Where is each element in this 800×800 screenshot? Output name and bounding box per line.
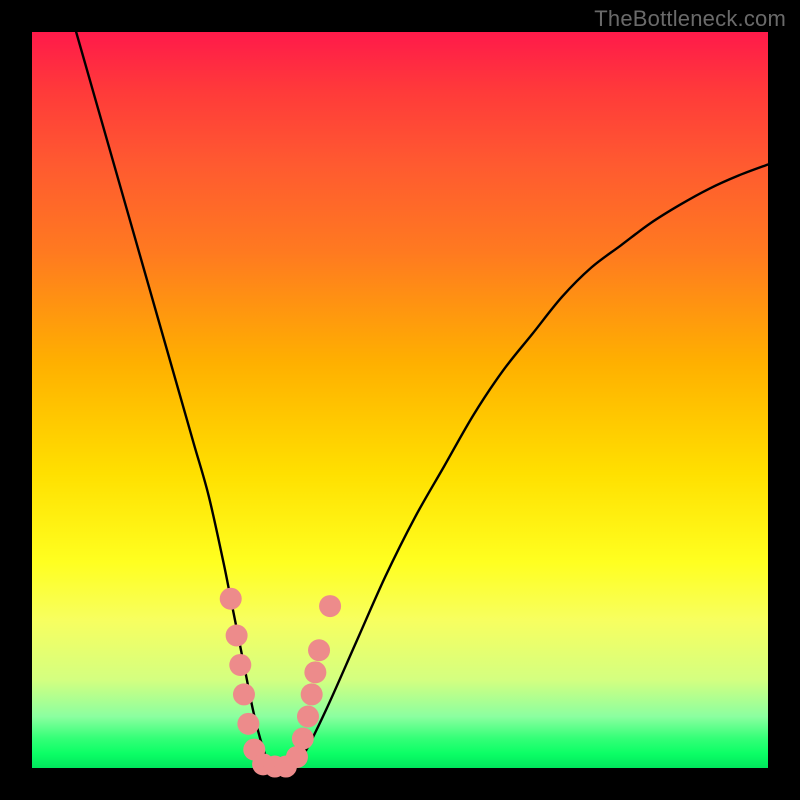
curve-marker [220, 588, 242, 610]
curve-marker [308, 639, 330, 661]
bottleneck-curve [76, 32, 768, 769]
curve-marker [319, 595, 341, 617]
curve-marker [237, 713, 259, 735]
curve-marker [233, 683, 255, 705]
curve-markers [220, 588, 341, 778]
curve-marker [297, 705, 319, 727]
curve-marker [229, 654, 251, 676]
chart-frame: TheBottleneck.com [0, 0, 800, 800]
curve-marker [292, 728, 314, 750]
watermark-text: TheBottleneck.com [594, 6, 786, 32]
plot-area [32, 32, 768, 768]
curve-marker [304, 661, 326, 683]
curve-svg [32, 32, 768, 768]
curve-marker [301, 683, 323, 705]
curve-marker [226, 625, 248, 647]
